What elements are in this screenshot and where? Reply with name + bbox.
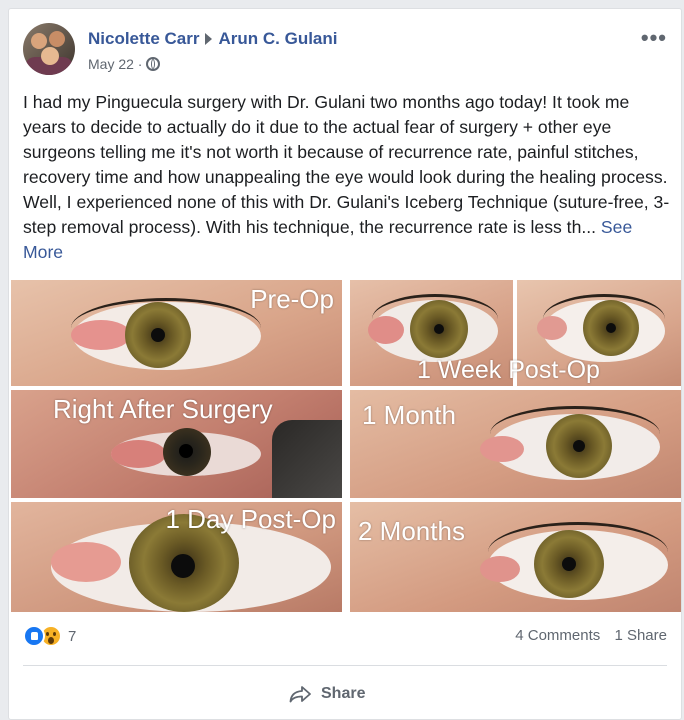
post-body: I had my Pinguecula surgery with Dr. Gul… — [23, 92, 670, 237]
more-icon[interactable]: ••• — [641, 25, 667, 51]
post-header: Nicolette Carr Arun C. Gulani May 22 · ••… — [23, 23, 671, 85]
engagement-counts: 4 Comments 1 Share — [505, 627, 667, 644]
divider — [23, 665, 667, 666]
label-two-months: 2 Months — [358, 516, 465, 546]
post-date[interactable]: May 22 · — [88, 56, 142, 72]
photo-collage[interactable]: Pre-Op Right After Surgery 1 Day Post-Op — [9, 278, 681, 612]
reactions[interactable]: 7 — [23, 625, 76, 647]
shares-count-link[interactable]: 1 Share — [614, 627, 667, 644]
comments-count-link[interactable]: 4 Comments — [515, 627, 600, 644]
photo-pre-op[interactable]: Pre-Op — [11, 280, 342, 386]
label-one-month: 1 Month — [362, 400, 456, 430]
share-icon — [289, 686, 311, 703]
post-authors: Nicolette Carr Arun C. Gulani — [88, 29, 337, 49]
avatar[interactable] — [23, 23, 75, 75]
post-text: I had my Pinguecula surgery with Dr. Gul… — [23, 90, 673, 265]
arrow-right-icon — [205, 33, 213, 46]
photo-one-month[interactable]: 1 Month — [350, 390, 681, 498]
author-link[interactable]: Nicolette Carr — [88, 29, 199, 48]
post-meta: May 22 · — [88, 56, 161, 72]
post-card: Nicolette Carr Arun C. Gulani May 22 · ••… — [8, 8, 682, 720]
share-button[interactable]: Share — [289, 679, 365, 709]
label-one-day-post-op: 1 Day Post-Op — [165, 504, 336, 534]
like-reaction-icon — [23, 625, 45, 647]
recipient-link[interactable]: Arun C. Gulani — [218, 29, 337, 48]
globe-icon — [146, 57, 161, 71]
photo-right-after-surgery[interactable]: Right After Surgery — [11, 390, 342, 498]
label-pre-op: Pre-Op — [250, 284, 334, 314]
share-label: Share — [321, 685, 366, 702]
photo-one-day-post-op[interactable]: 1 Day Post-Op — [11, 502, 342, 612]
photo-two-months[interactable]: 2 Months — [350, 502, 681, 612]
post-stats: 7 4 Comments 1 Share — [23, 621, 667, 651]
label-one-week-post-op: 1 Week Post-Op — [417, 356, 600, 384]
reaction-count: 7 — [68, 627, 77, 645]
label-right-after-surgery: Right After Surgery — [53, 394, 273, 424]
